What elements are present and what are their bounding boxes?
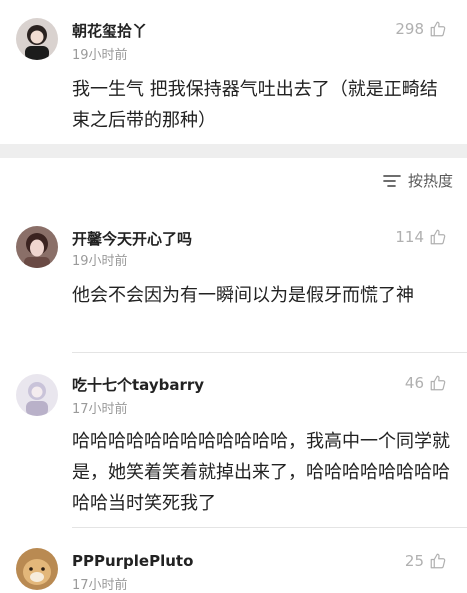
avatar-image	[16, 226, 58, 268]
comment-item: 朝花玺拾丫 19小时前 298 我一生气 把我保持器气吐出去了（就是正畸结束之后…	[0, 0, 467, 144]
like-button[interactable]: 114	[395, 228, 447, 246]
avatar[interactable]	[16, 226, 58, 268]
thumbs-up-icon	[429, 552, 447, 570]
like-button[interactable]: 25	[405, 552, 447, 570]
comment-item: 开馨今天开心了吗 19小时前 114 他会不会因为有一瞬间以为是假牙而慌了神	[0, 212, 467, 352]
timestamp: 17小时前	[72, 578, 128, 593]
sort-toggle[interactable]: 按热度	[382, 170, 453, 191]
comment-text: 他会不会因为有一瞬间以为是假牙而慌了神	[72, 285, 414, 306]
divider	[72, 527, 467, 528]
comment-text: 我一生气 把我保持器气吐出去了（就是正畸结束之后带的那种）	[72, 79, 438, 131]
avatar-image	[16, 374, 58, 416]
comment-item: PPPurplePluto 17小时前 25	[0, 536, 467, 593]
avatar[interactable]	[16, 374, 58, 416]
avatar[interactable]	[16, 548, 58, 590]
sort-label: 按热度	[407, 172, 453, 190]
avatar-image	[16, 18, 58, 60]
section-separator	[0, 144, 467, 158]
like-button[interactable]: 46	[405, 374, 447, 392]
comment-text: 哈哈哈哈哈哈哈哈哈哈哈哈，我高中一个同学就是，她笑着笑着就掉出来了，哈哈哈哈哈哈…	[72, 431, 450, 514]
comment-item: 吃十七个taybarry 17小时前 46 哈哈哈哈哈哈哈哈哈哈哈哈，我高中一个…	[0, 360, 467, 530]
avatar-image	[16, 548, 58, 590]
timestamp: 17小时前	[72, 402, 128, 417]
username[interactable]: 吃十七个taybarry	[72, 374, 204, 395]
thumbs-up-icon	[429, 20, 447, 38]
like-count: 114	[395, 228, 424, 246]
thumbs-up-icon	[429, 374, 447, 392]
username[interactable]: 朝花玺拾丫	[72, 20, 147, 41]
timestamp: 19小时前	[72, 254, 128, 269]
like-count: 298	[395, 20, 424, 38]
like-button[interactable]: 298	[395, 20, 447, 38]
thumbs-up-icon	[429, 228, 447, 246]
sort-icon	[382, 173, 402, 189]
username[interactable]: 开馨今天开心了吗	[72, 228, 192, 249]
timestamp: 19小时前	[72, 48, 128, 63]
divider	[72, 352, 467, 353]
avatar[interactable]	[16, 18, 58, 60]
like-count: 46	[404, 374, 424, 392]
like-count: 25	[404, 552, 424, 570]
username[interactable]: PPPurplePluto	[72, 552, 193, 570]
